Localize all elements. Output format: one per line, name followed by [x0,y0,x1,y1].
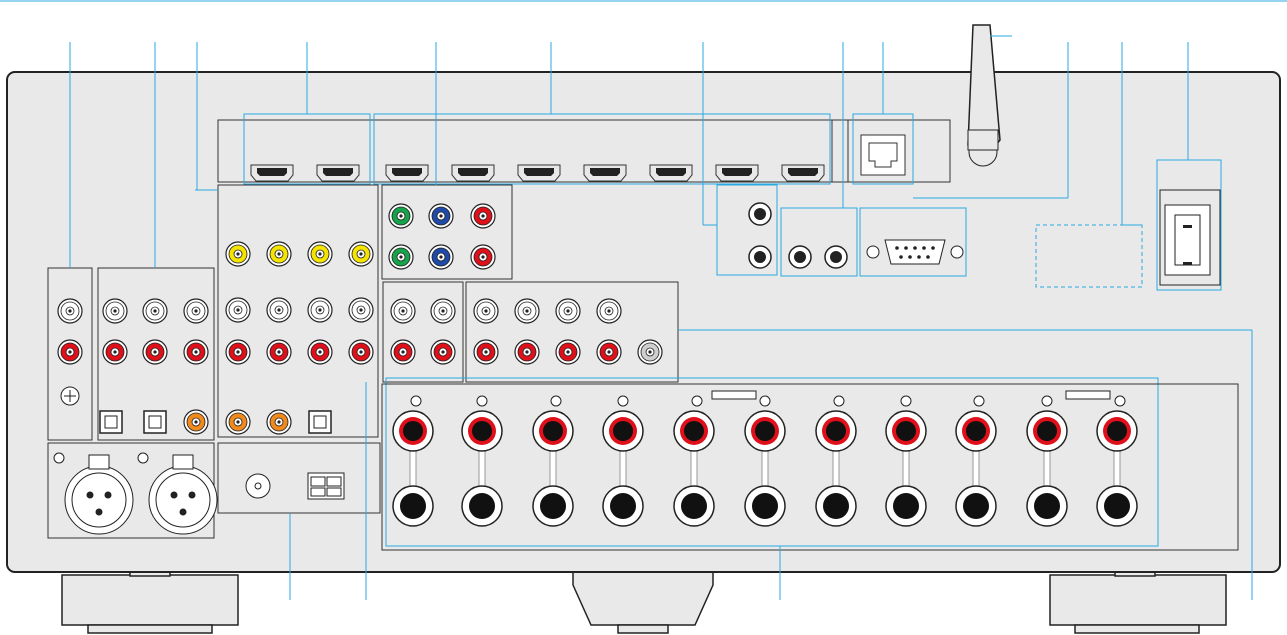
rca-jack-4[interactable] [142,298,168,324]
rca-jack-27[interactable] [388,244,414,270]
rca-jack-38[interactable] [473,339,499,365]
rca-jack-29[interactable] [470,244,496,270]
rca-jack-26[interactable] [470,203,496,229]
lan-port[interactable] [860,134,906,176]
hdmi-port-9[interactable] [781,164,825,182]
rca-jack-20[interactable] [307,339,333,365]
rca-jack-13[interactable] [348,241,374,267]
rca-jack-16[interactable] [307,297,333,323]
rca-jack-44[interactable] [748,245,772,269]
rca-jack-39[interactable] [514,339,540,365]
rca-jack-25[interactable] [428,203,454,229]
speaker-label-plate-1 [711,390,757,400]
rca-jack-43[interactable] [748,202,772,226]
ac-inlet [1164,204,1211,276]
hdmi-port-6[interactable] [583,164,627,182]
rca-jack-11[interactable] [266,241,292,267]
hdmi-port-1[interactable] [250,164,294,182]
hdmi-port-5[interactable] [517,164,561,182]
rca-jack-33[interactable] [430,339,456,365]
optical-input-3[interactable] [308,410,332,434]
rca-jack-9[interactable] [183,409,209,435]
left-foot [61,569,239,634]
hdmi-port-4[interactable] [451,164,495,182]
rca-jack-40[interactable] [555,339,581,365]
rca-jack-5[interactable] [183,298,209,324]
rca-jack-12[interactable] [307,241,333,267]
hdmi-port-3[interactable] [385,164,429,182]
center-foot [572,570,714,634]
am-antenna-terminal[interactable] [307,472,345,500]
rca-jack-15[interactable] [266,297,292,323]
rca-jack-19[interactable] [266,339,292,365]
rca-jack-17[interactable] [348,297,374,323]
hdmi-port-2[interactable] [316,164,360,182]
rear-panel-svg [0,0,1287,634]
rca-jack-46[interactable] [824,245,848,269]
hdmi-port-8[interactable] [715,164,759,182]
hdmi-ports-group [250,164,825,182]
rca-jack-23[interactable] [266,409,292,435]
rca-jack-3[interactable] [102,298,128,324]
ground-terminal[interactable] [60,386,80,406]
rca-jack-37[interactable] [596,298,622,324]
rca-jack-45[interactable] [788,245,812,269]
wireless-antenna [967,24,1001,167]
rca-jack-7[interactable] [142,339,168,365]
rca-jack-21[interactable] [348,339,374,365]
rca-jack-1[interactable] [57,298,83,324]
rca-jack-18[interactable] [225,339,251,365]
rca-jack-24[interactable] [388,203,414,229]
rca-jack-2[interactable] [57,339,83,365]
rca-jack-35[interactable] [514,298,540,324]
rca-jack-30[interactable] [390,298,416,324]
rca-jack-8[interactable] [183,339,209,365]
optical-input-2[interactable] [143,410,167,434]
rca-jack-34[interactable] [473,298,499,324]
rca-jack-6[interactable] [102,339,128,365]
speaker-label-plate-2 [1065,390,1111,400]
rca-jack-32[interactable] [390,339,416,365]
fm-antenna-jack[interactable] [245,473,271,499]
hdmi-port-7[interactable] [649,164,693,182]
rca-jack-41[interactable] [596,339,622,365]
receiver-rear-panel-diagram [0,0,1287,635]
rca-jack-28[interactable] [428,244,454,270]
optical-input-1[interactable] [99,410,123,434]
rca-jack-42[interactable] [637,339,663,365]
rca-jack-31[interactable] [430,298,456,324]
rca-jack-10[interactable] [225,241,251,267]
rca-jack-36[interactable] [555,298,581,324]
rca-jack-22[interactable] [225,409,251,435]
right-foot [1049,569,1227,634]
rca-jack-14[interactable] [225,297,251,323]
